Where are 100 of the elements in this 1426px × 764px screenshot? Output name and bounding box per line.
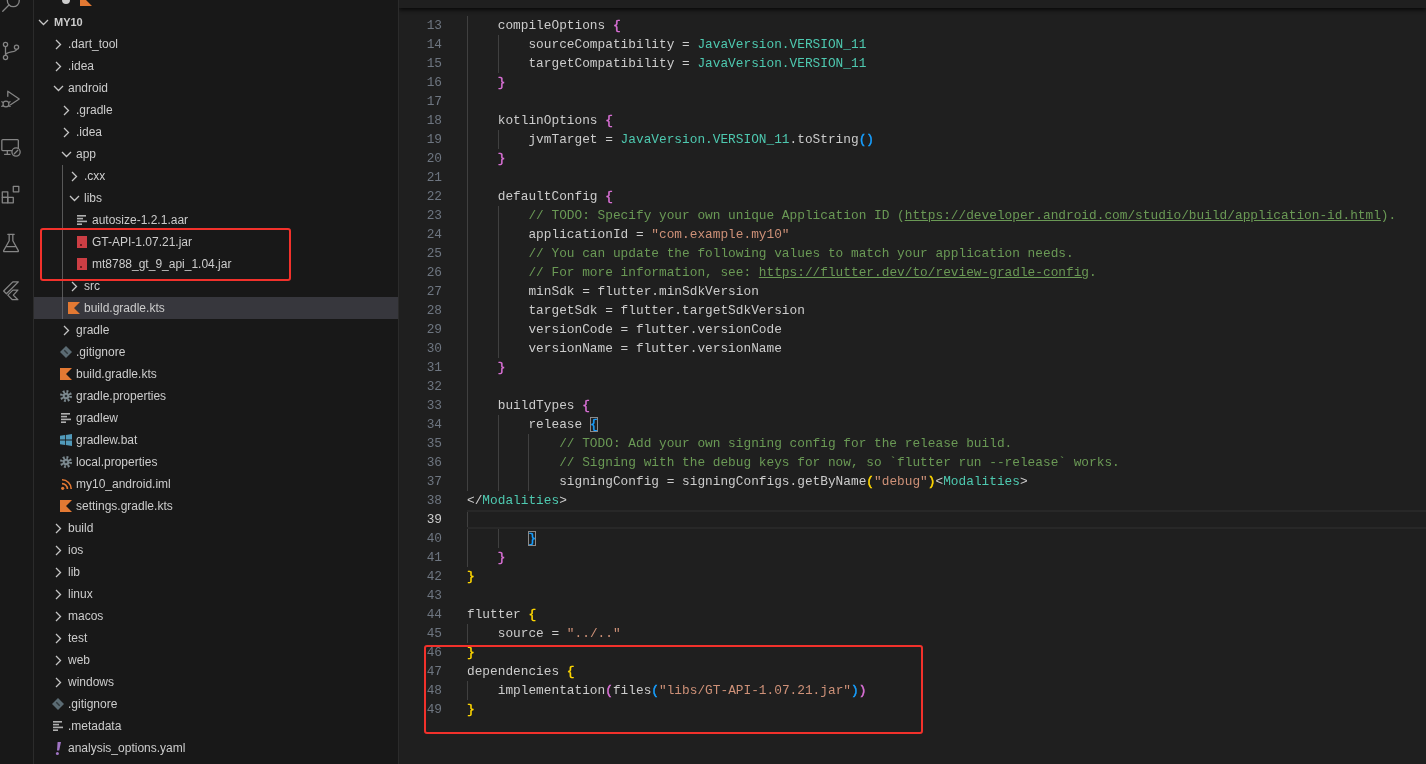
chevron-down-icon[interactable] [60, 150, 72, 158]
k-logo-icon [60, 368, 72, 380]
line-number: 23 [425, 207, 442, 225]
tree-item[interactable]: .idea [34, 55, 398, 77]
branch-icon[interactable] [0, 40, 22, 62]
tree-item[interactable]: settings.gradle.kts [34, 495, 398, 517]
tree-item[interactable]: .cxx [34, 165, 398, 187]
tree-item[interactable]: app [34, 143, 398, 165]
line-number: 48 [425, 682, 442, 700]
chevron-logo-icon[interactable] [0, 280, 22, 302]
tree-item[interactable]: gradlew [34, 407, 398, 429]
tree-item[interactable]: .dart_tool [34, 33, 398, 55]
tree-item[interactable]: linux [34, 583, 398, 605]
line-number: 49 [425, 701, 442, 719]
line-number: 15 [425, 55, 442, 73]
line-number: 20 [425, 150, 442, 168]
tree-item[interactable]: .idea [34, 121, 398, 143]
line-number: 41 [425, 549, 442, 567]
line-number: 38 [425, 492, 442, 510]
play-bug-icon[interactable] [0, 88, 22, 110]
tree-item[interactable]: GT-API-1.07.21.jar [34, 231, 398, 253]
exclamation-icon [55, 741, 61, 755]
chevron-right-icon[interactable] [70, 170, 78, 182]
tree-item[interactable]: web [34, 649, 398, 671]
chevron-down-icon[interactable] [38, 18, 49, 26]
code-link[interactable]: https://developer.android.com/studio/build/application-id.html [904, 208, 1381, 223]
tree-item[interactable]: test [34, 627, 398, 649]
line-number: 35 [425, 435, 442, 453]
chevron-right-icon[interactable] [54, 588, 62, 600]
tree-item[interactable]: build.gradle.kts [34, 297, 398, 319]
code-line: dependencies { [467, 663, 576, 681]
section-header[interactable]: MY10 [34, 11, 398, 33]
tree-item[interactable]: .gitignore [34, 693, 398, 715]
code-line: </Modalities> [467, 492, 568, 510]
tree-item[interactable]: local.properties [34, 451, 398, 473]
tree-item[interactable]: autosize-1.2.1.aar [34, 209, 398, 231]
line-number: 43 [425, 587, 442, 605]
square-file-icon [77, 258, 87, 270]
line-number: 34 [425, 416, 442, 434]
chevron-right-icon[interactable] [54, 654, 62, 666]
tree-item[interactable]: analysis_options.yaml [34, 737, 398, 759]
k-logo-icon [60, 500, 72, 512]
chevron-right-icon[interactable] [70, 280, 78, 292]
chevron-down-icon[interactable] [68, 194, 80, 202]
tree-item[interactable]: my10_android.iml [34, 473, 398, 495]
line-number: 18 [425, 112, 442, 130]
file-lines-icon [53, 721, 63, 731]
chevron-right-icon[interactable] [54, 544, 62, 556]
file-lines-icon [77, 215, 87, 225]
line-number: 22 [425, 188, 442, 206]
line-number: 14 [425, 36, 442, 54]
tree-item[interactable]: gradle [34, 319, 398, 341]
tree-item[interactable]: .gitignore [34, 341, 398, 363]
chevron-right-icon[interactable] [54, 60, 62, 72]
tree-item[interactable]: gradle.properties [34, 385, 398, 407]
tree-item[interactable]: macos [34, 605, 398, 627]
line-number: 29 [425, 321, 442, 339]
chevron-down-icon[interactable] [52, 84, 64, 92]
line-number: 37 [425, 473, 442, 491]
window-panes-icon [60, 434, 72, 446]
tree-item[interactable]: lib [34, 561, 398, 583]
line-number: 31 [425, 359, 442, 377]
tree-item[interactable]: ios [34, 539, 398, 561]
flask-icon[interactable] [0, 232, 22, 254]
tree-item[interactable]: build.gradle.kts [34, 363, 398, 385]
chevron-right-icon[interactable] [54, 632, 62, 644]
line-number: 33 [425, 397, 442, 415]
gear-icon [60, 456, 72, 468]
chevron-right-icon[interactable] [54, 676, 62, 688]
tree-item[interactable]: .metadata [34, 715, 398, 737]
line-number: 36 [425, 454, 442, 472]
chevron-right-icon[interactable] [54, 38, 62, 50]
line-number: 13 [425, 17, 442, 35]
chevron-right-icon[interactable] [62, 324, 70, 336]
tree-item[interactable]: libs [34, 187, 398, 209]
line-number: 46 [425, 644, 442, 662]
line-number: 25 [425, 245, 442, 263]
tree-item[interactable]: android [34, 77, 398, 99]
chevron-right-icon[interactable] [62, 126, 70, 138]
line-number: 27 [425, 283, 442, 301]
tree-item[interactable]: src [34, 275, 398, 297]
diamond-icon [60, 346, 72, 358]
tree-item[interactable]: .gradle [34, 99, 398, 121]
code-link[interactable]: https://flutter.dev/to/review-gradle-config [758, 265, 1090, 280]
blocks-icon[interactable] [0, 184, 22, 206]
chevron-right-icon[interactable] [54, 566, 62, 578]
chevron-right-icon[interactable] [54, 610, 62, 622]
code-line: } [467, 568, 476, 586]
line-number: 47 [425, 663, 442, 681]
tree-item[interactable]: gradlew.bat [34, 429, 398, 451]
chevron-right-icon[interactable] [62, 104, 70, 116]
tree-item[interactable]: windows [34, 671, 398, 693]
tree-item[interactable]: build [34, 517, 398, 539]
line-number: 45 [425, 625, 442, 643]
monitor-icon[interactable] [0, 136, 22, 158]
k-logo-icon [68, 302, 80, 314]
chevron-right-icon[interactable] [54, 522, 62, 534]
tree-item[interactable]: mt8788_gt_9_api_1.04.jar [34, 253, 398, 275]
line-number: 19 [425, 131, 442, 149]
feed-icon [60, 478, 72, 490]
